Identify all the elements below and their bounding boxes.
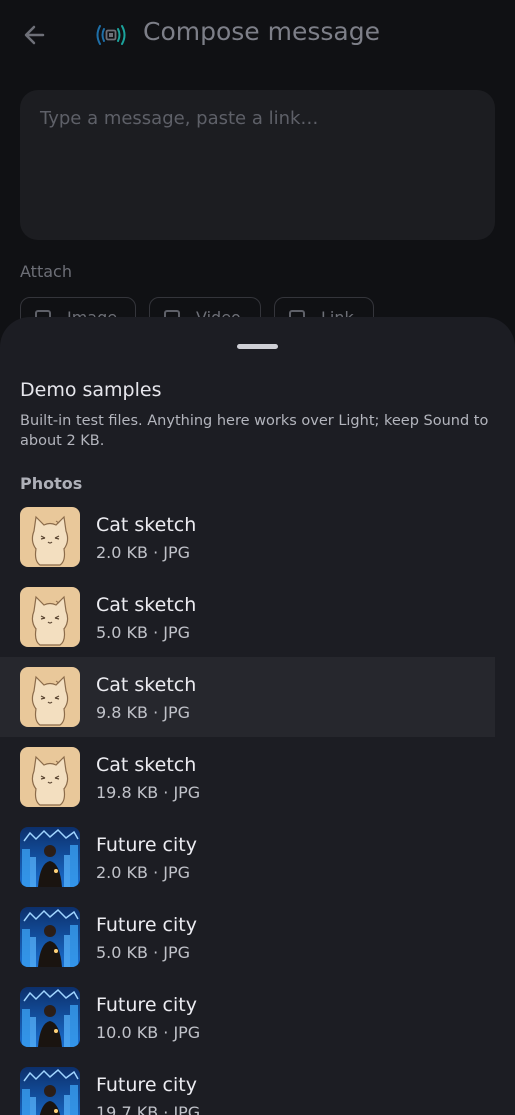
cat-sketch-thumbnail [20, 507, 80, 567]
cat-sketch-thumbnail [20, 587, 80, 647]
future-city-thumbnail [20, 827, 80, 887]
item-name: Cat sketch [96, 674, 197, 696]
item-name: Future city [96, 834, 197, 856]
item-meta: 9.8 KB · JPG [96, 703, 191, 722]
item-meta: 2.0 KB · JPG [96, 543, 191, 562]
list-item[interactable]: Future city 19.7 KB · JPG [0, 1057, 495, 1115]
list-item[interactable]: Future city 10.0 KB · JPG [0, 977, 495, 1057]
back-button[interactable] [18, 18, 52, 52]
item-name: Future city [96, 1074, 197, 1096]
item-meta: 5.0 KB · JPG [96, 623, 191, 642]
list-item[interactable]: Cat sketch 2.0 KB · JPG [0, 497, 495, 577]
sheet-drag-handle[interactable] [237, 344, 278, 349]
future-city-thumbnail [20, 1067, 80, 1115]
list-item[interactable]: Future city 5.0 KB · JPG [0, 897, 495, 977]
page-title: Compose message [143, 17, 380, 46]
item-name: Cat sketch [96, 754, 197, 776]
list-item[interactable]: Future city 2.0 KB · JPG [0, 817, 495, 897]
section-label-photos: Photos [20, 474, 83, 493]
app-logo-icon [94, 20, 128, 50]
item-name: Cat sketch [96, 514, 197, 536]
demo-samples-sheet: Demo samples Built-in test files. Anythi… [0, 317, 515, 1115]
cat-sketch-thumbnail [20, 667, 80, 727]
item-name: Cat sketch [96, 594, 197, 616]
item-meta: 10.0 KB · JPG [96, 1023, 201, 1042]
cat-sketch-thumbnail [20, 747, 80, 807]
list-item[interactable]: Cat sketch 9.8 KB · JPG [0, 657, 495, 737]
item-meta: 19.7 KB · JPG [96, 1103, 201, 1115]
sheet-description: Built-in test files. Anything here works… [20, 413, 489, 449]
sample-list: Cat sketch 2.0 KB · JPG Cat sketch 5.0 KB … [0, 497, 515, 1115]
sheet-title: Demo samples [20, 379, 162, 401]
item-meta: 5.0 KB · JPG [96, 943, 191, 962]
list-item[interactable]: Cat sketch 19.8 KB · JPG [0, 737, 495, 817]
item-name: Future city [96, 994, 197, 1016]
future-city-thumbnail [20, 987, 80, 1047]
app-bar: Compose message [0, 0, 515, 70]
message-input-placeholder: Type a message, paste a link… [40, 108, 319, 129]
arrow-back-icon [24, 25, 45, 45]
item-meta: 2.0 KB · JPG [96, 863, 191, 882]
attach-label: Attach [20, 262, 72, 281]
item-name: Future city [96, 914, 197, 936]
future-city-thumbnail [20, 907, 80, 967]
list-item[interactable]: Cat sketch 5.0 KB · JPG [0, 577, 495, 657]
item-meta: 19.8 KB · JPG [96, 783, 201, 802]
